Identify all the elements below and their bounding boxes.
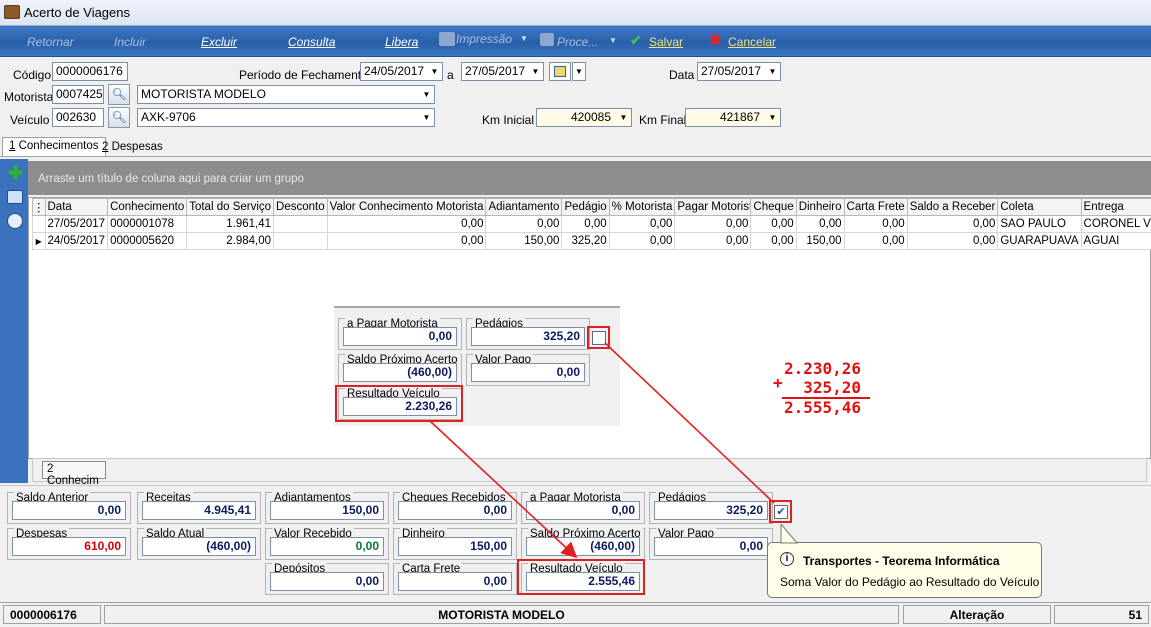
status-modo: Alteração — [903, 605, 1051, 624]
status-motorista: MOTORISTA MODELO — [104, 605, 899, 624]
tooltip-body: Soma Valor do Pedágio ao Resultado do Ve… — [780, 575, 1040, 589]
tooltip-pointer — [780, 524, 799, 544]
status-codigo: 0000006176 — [3, 605, 101, 624]
info-icon: i — [780, 552, 794, 566]
arrow-line — [429, 420, 578, 559]
tooltip — [767, 542, 1042, 598]
annotation-arrows — [429, 342, 775, 559]
arrow-line — [604, 342, 775, 504]
status-extra: 51 — [1054, 605, 1149, 624]
tooltip-title: Transportes - Teorema Informática — [803, 554, 1000, 568]
